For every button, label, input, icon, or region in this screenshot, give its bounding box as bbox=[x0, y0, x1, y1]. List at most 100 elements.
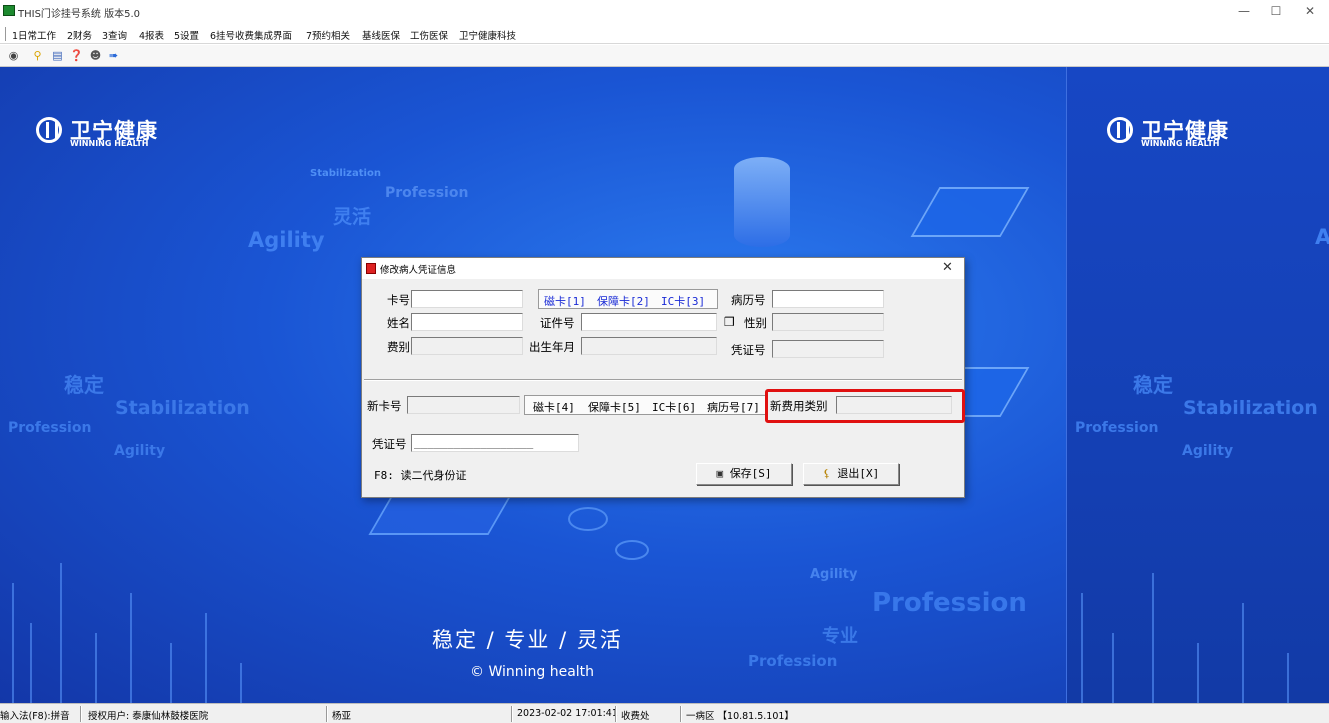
tab-security-card-new[interactable]: 保障卡[5] bbox=[588, 399, 641, 415]
toolbar: ◉ ⚲ ▤ ❓ ☻ ➠ bbox=[0, 45, 1329, 67]
card-no-label: 卡号 bbox=[387, 293, 410, 307]
key-icon[interactable]: ⚲ bbox=[30, 48, 45, 63]
circuit-line bbox=[60, 563, 62, 703]
birth-input bbox=[581, 337, 717, 355]
menu-query[interactable]: 3查询 bbox=[102, 28, 127, 42]
circuit-line bbox=[240, 663, 242, 703]
save-button-label: 保存[S] bbox=[729, 467, 772, 480]
circuit-line bbox=[205, 613, 207, 703]
exit-icon[interactable]: ➠ bbox=[106, 48, 121, 63]
menu-integrated[interactable]: 6挂号收费集成界面 bbox=[210, 28, 292, 42]
deco-text: Agility bbox=[1182, 443, 1234, 459]
status-divider bbox=[326, 706, 328, 722]
circuit-line bbox=[1152, 573, 1154, 703]
minimize-button[interactable]: — bbox=[1234, 4, 1254, 18]
status-divider bbox=[511, 706, 513, 722]
name-input[interactable] bbox=[411, 313, 523, 331]
circuit-line bbox=[1242, 603, 1244, 703]
deco-text: Profession bbox=[385, 185, 469, 201]
deco-text: Profession bbox=[1075, 420, 1159, 436]
record-no-input[interactable] bbox=[772, 290, 884, 308]
menu-bar: 1日常工作 2财务 3查询 4报表 5设置 6挂号收费集成界面 7预约相关 基线… bbox=[0, 24, 1329, 44]
circuit-line bbox=[1197, 643, 1199, 703]
user-icon[interactable]: ☻ bbox=[88, 48, 103, 63]
id-no-label: 证件号 bbox=[540, 316, 575, 330]
tab-magnetic-card[interactable]: 磁卡[1] bbox=[544, 293, 586, 309]
dialog-title: 修改病人凭证信息 bbox=[380, 265, 457, 276]
edit-voucher-dialog: 修改病人凭证信息 ✕ 卡号 磁卡[1] 保障卡[2] IC卡[3] 病历号 姓名… bbox=[361, 257, 965, 498]
print-icon[interactable]: ▤ bbox=[50, 48, 65, 63]
circuit-line bbox=[130, 593, 132, 703]
database-graphic bbox=[734, 157, 790, 247]
deco-text: 稳定 bbox=[1133, 373, 1173, 397]
splash-right-panel: 卫宁健康 WINNING HEALTH A 稳定 Stabilization P… bbox=[1066, 67, 1329, 703]
name-label: 姓名 bbox=[387, 316, 410, 330]
dialog-title-bar: 修改病人凭证信息 ✕ bbox=[362, 258, 964, 279]
new-card-no-input[interactable] bbox=[407, 396, 520, 414]
deco-text: 稳定 bbox=[64, 373, 104, 397]
status-divider bbox=[615, 706, 617, 722]
deco-text: Agility bbox=[114, 443, 166, 459]
voucher-no2-input[interactable]: __________________ bbox=[411, 434, 579, 452]
highlight-box bbox=[765, 389, 965, 423]
maximize-button[interactable]: ☐ bbox=[1266, 4, 1286, 18]
deco-text: Profession bbox=[748, 652, 838, 670]
gender-input bbox=[772, 313, 884, 331]
new-card-no-label: 新卡号 bbox=[367, 399, 402, 413]
menu-injury-insurance[interactable]: 工伤医保 bbox=[410, 28, 448, 42]
voucher-no-label: 凭证号 bbox=[731, 343, 766, 357]
menu-reports[interactable]: 4报表 bbox=[139, 28, 164, 42]
status-auth-user: 授权用户: 泰康仙林鼓楼医院 bbox=[88, 711, 209, 722]
exit-button[interactable]: ⚸ 退出[X] bbox=[803, 463, 899, 485]
card-no-input[interactable] bbox=[411, 290, 523, 308]
tab-record-no-new[interactable]: 病历号[7] bbox=[707, 399, 760, 415]
status-divider bbox=[80, 706, 82, 722]
deco-text: Agility bbox=[810, 567, 858, 582]
window-title: THIS门诊挂号系统 版本5.0 bbox=[18, 9, 141, 20]
gender-label: 性别 bbox=[744, 316, 767, 330]
menu-daily-work[interactable]: 1日常工作 bbox=[12, 28, 56, 42]
id-card-reader-icon[interactable]: ❒ bbox=[724, 315, 735, 329]
id-no-input[interactable] bbox=[581, 313, 717, 331]
brand-name-en: WINNING HEALTH bbox=[70, 139, 149, 148]
status-window: 收费处 bbox=[621, 711, 650, 722]
tab-ic-card[interactable]: IC卡[3] bbox=[661, 293, 705, 309]
exit-door-icon: ⚸ bbox=[822, 467, 838, 480]
deco-text: 灵活 bbox=[333, 206, 372, 228]
circuit-line bbox=[1287, 653, 1289, 703]
tagline: 稳定 / 专业 / 灵活 bbox=[432, 628, 623, 652]
deco-text: A bbox=[1315, 225, 1329, 249]
new-card-type-selector: 磁卡[4] 保障卡[5] IC卡[6] 病历号[7] bbox=[524, 395, 767, 415]
close-button[interactable]: ✕ bbox=[1300, 4, 1320, 18]
status-divider bbox=[680, 706, 682, 722]
status-ward: 一病区 【10.81.5.101】 bbox=[686, 711, 794, 722]
dialog-close-button[interactable]: ✕ bbox=[942, 260, 953, 275]
exit-button-label: 退出[X] bbox=[837, 467, 880, 480]
circuit-line bbox=[12, 583, 14, 703]
status-bar: 输入法(F8):拼音 授权用户: 泰康仙林鼓楼医院 杨亚 2023-02-02 … bbox=[0, 703, 1329, 723]
tab-security-card[interactable]: 保障卡[2] bbox=[597, 293, 650, 309]
menu-winning-tech[interactable]: 卫宁健康科技 bbox=[459, 28, 516, 42]
help-icon[interactable]: ❓ bbox=[69, 48, 84, 63]
chip-graphic bbox=[910, 187, 1030, 237]
menu-baseline-insurance[interactable]: 基线医保 bbox=[362, 28, 400, 42]
lock-icon[interactable]: ◉ bbox=[6, 48, 21, 63]
ring-graphic bbox=[568, 507, 608, 531]
menu-appointment[interactable]: 7预约相关 bbox=[306, 28, 350, 42]
copyright: © Winning health bbox=[470, 664, 595, 680]
voucher-no2-label: 凭证号 bbox=[372, 437, 407, 451]
deco-text: Profession bbox=[872, 588, 1027, 618]
menu-settings[interactable]: 5设置 bbox=[174, 28, 199, 42]
ring-graphic bbox=[615, 540, 649, 560]
save-button[interactable]: ▣ 保存[S] bbox=[696, 463, 792, 485]
deco-text: Stabilization bbox=[115, 397, 250, 419]
tab-magnetic-card-new[interactable]: 磁卡[4] bbox=[533, 399, 575, 415]
circuit-line bbox=[1112, 633, 1114, 703]
deco-text: Agility bbox=[248, 228, 325, 252]
circuit-line bbox=[1081, 593, 1083, 703]
title-bar: THIS门诊挂号系统 版本5.0 — ☐ ✕ bbox=[0, 0, 1329, 24]
menu-finance[interactable]: 2财务 bbox=[67, 28, 92, 42]
tab-ic-card-new[interactable]: IC卡[6] bbox=[652, 399, 696, 415]
voucher-no-input bbox=[772, 340, 884, 358]
status-input-method: 输入法(F8):拼音 bbox=[0, 711, 70, 722]
